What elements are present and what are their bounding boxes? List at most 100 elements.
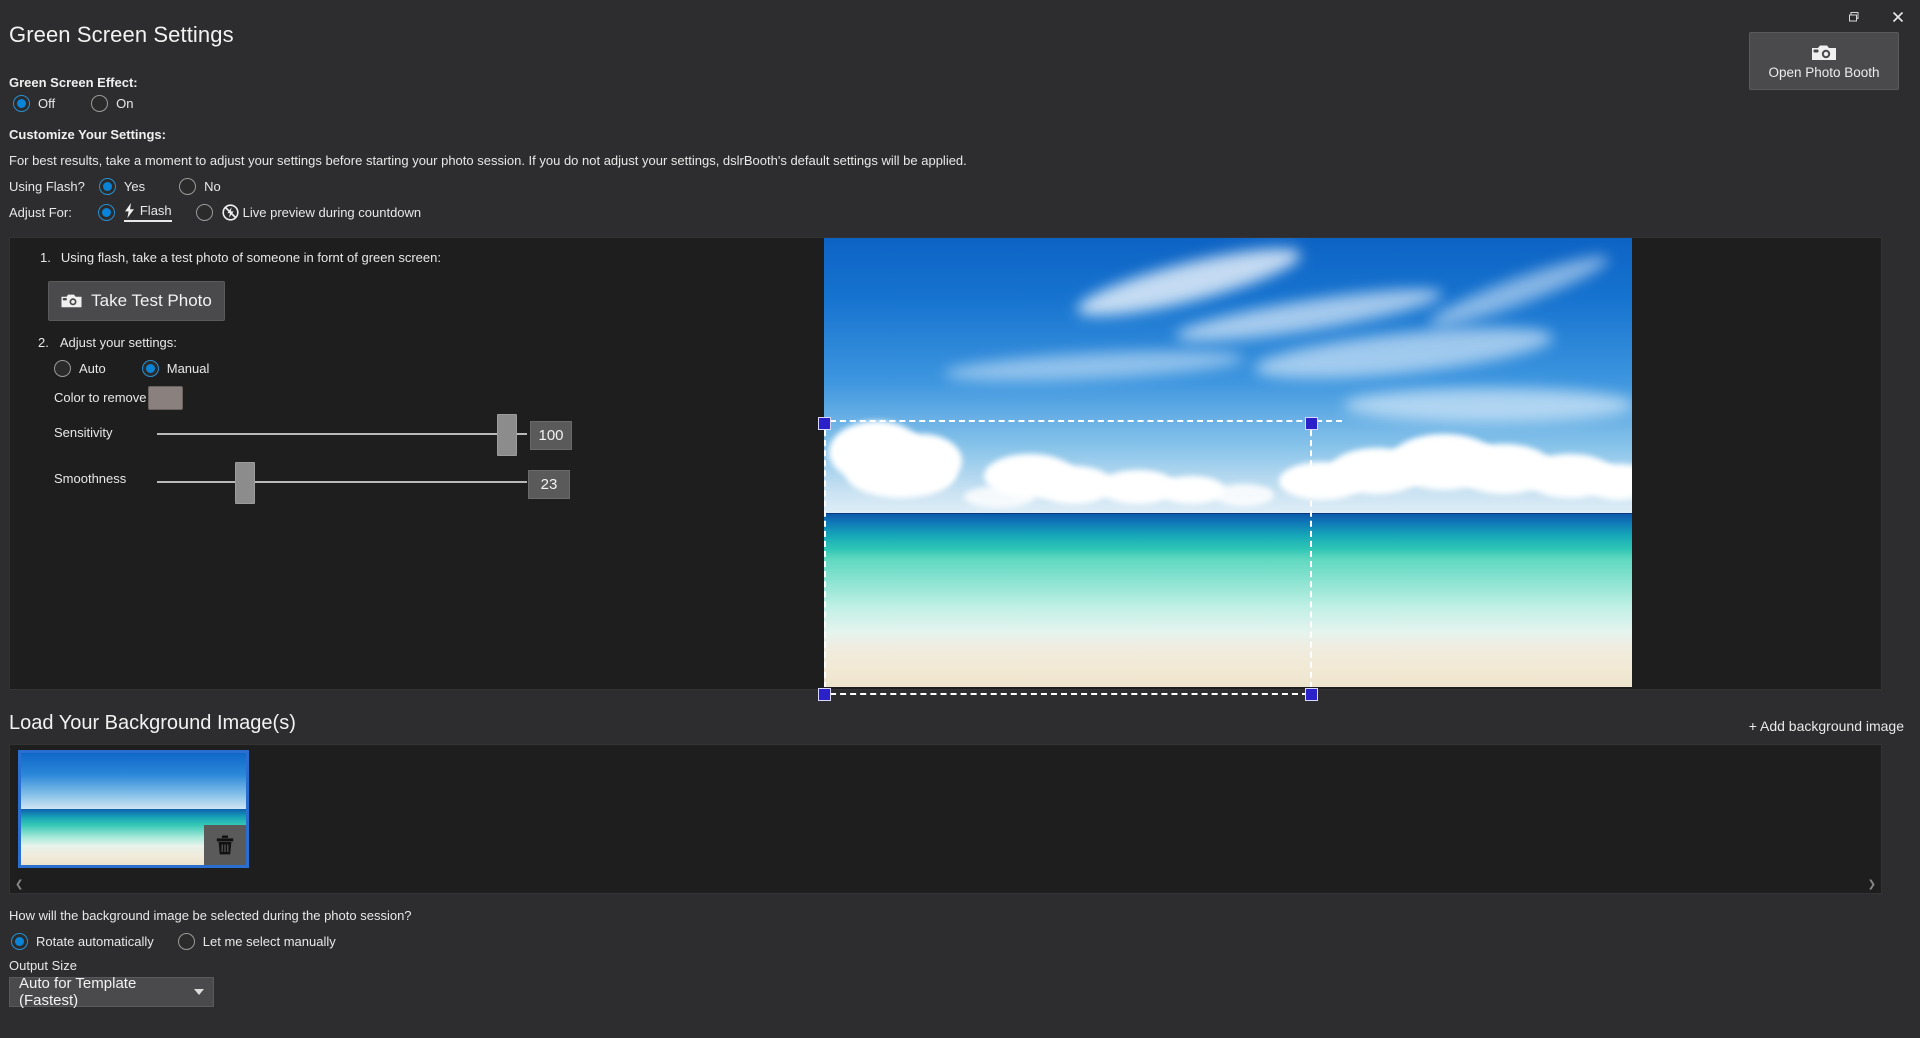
radio-dot-icon: [195, 204, 213, 221]
rotate-automatically-label: Rotate automatically: [36, 934, 154, 949]
select-manually-label: Let me select manually: [202, 934, 336, 949]
restore-window-icon: [1849, 12, 1859, 22]
using-flash-label: Using Flash?: [9, 179, 85, 194]
green-screen-effect-off-label: Off: [38, 96, 56, 111]
using-flash-no-radio[interactable]: No: [179, 178, 221, 195]
camera-icon: [61, 294, 82, 308]
adjust-for-row: Adjust For: Flash Live preview during co…: [9, 203, 421, 222]
take-test-photo-button[interactable]: Take Test Photo: [48, 281, 225, 321]
customize-description-row: For best results, take a moment to adjus…: [9, 153, 967, 168]
selection-handle-bottom-left[interactable]: [818, 688, 831, 701]
radio-dot-icon: [177, 933, 195, 950]
delete-background-button[interactable]: [204, 825, 246, 865]
background-images-scrollbar[interactable]: ❮ ❯: [11, 876, 1880, 892]
using-flash-no-label: No: [204, 179, 221, 194]
using-flash-yes-label: Yes: [123, 179, 146, 194]
step-one-text: Using flash, take a test photo of someon…: [60, 250, 441, 265]
preview-shallow-water: [824, 559, 1632, 633]
background-images-title: Load Your Background Image(s): [9, 712, 296, 734]
trash-icon: [216, 835, 234, 855]
preview-sand: [824, 633, 1632, 687]
green-screen-preview-image[interactable]: [824, 238, 1632, 687]
sensitivity-label: Sensitivity: [54, 425, 113, 440]
add-background-image-button[interactable]: + Add background image: [1749, 718, 1904, 734]
restore-window-button[interactable]: [1832, 2, 1876, 32]
select-manually-radio[interactable]: Let me select manually: [177, 933, 336, 950]
green-screen-settings-window: Green Screen Settings Open Photo Booth G…: [0, 0, 1920, 1038]
adjust-mode-auto-radio[interactable]: Auto: [54, 360, 106, 377]
smoothness-label: Smoothness: [54, 471, 127, 486]
green-screen-effect-on-radio[interactable]: On: [91, 95, 133, 112]
green-screen-effect-off-radio[interactable]: Off: [13, 95, 55, 112]
selection-right-edge: [1310, 420, 1312, 687]
background-thumbnail-item[interactable]: [18, 750, 249, 868]
window-controls: [1832, 0, 1920, 34]
step-one-row: 1. Using flash, take a test photo of som…: [40, 250, 441, 265]
color-to-remove-swatch[interactable]: [148, 386, 183, 410]
adjust-mode-manual-label: Manual: [166, 361, 210, 376]
output-size-label: Output Size: [9, 958, 77, 973]
close-icon: [1892, 11, 1904, 23]
radio-dot-icon: [11, 933, 28, 950]
output-size-dropdown[interactable]: Auto for Template (Fastest): [9, 975, 214, 1009]
take-test-photo-label: Take Test Photo: [91, 291, 212, 310]
using-flash-yes-radio[interactable]: Yes: [98, 178, 146, 195]
radio-dot-icon: [179, 178, 197, 195]
adjust-mode-radio-group: Auto Manual: [54, 360, 209, 377]
radio-dot-icon: [13, 95, 30, 112]
open-photo-booth-button[interactable]: Open Photo Booth: [1749, 32, 1899, 90]
step-two-text: Adjust your settings:: [59, 335, 177, 350]
adjust-for-live-preview-label: Live preview during countdown: [242, 205, 422, 220]
adjust-for-live-preview-radio[interactable]: Live preview during countdown: [195, 204, 422, 221]
sensitivity-slider-thumb[interactable]: [497, 414, 517, 456]
thumbnail-sky: [21, 753, 246, 809]
smoothness-slider-thumb[interactable]: [235, 462, 255, 504]
selection-mode-question: How will the background image be selecte…: [9, 908, 412, 923]
smoothness-value[interactable]: 23: [528, 470, 570, 499]
sensitivity-value[interactable]: 100: [530, 421, 572, 450]
radio-dot-icon: [97, 204, 115, 221]
chevron-left-icon[interactable]: ❮: [15, 879, 23, 890]
sensitivity-label-row: Sensitivity: [54, 425, 113, 440]
customize-heading: Customize Your Settings:: [9, 127, 166, 142]
smoothness-label-row: Smoothness: [54, 471, 126, 486]
adjust-for-flash-label: Flash: [139, 203, 172, 218]
output-size-value: Auto for Template (Fastest): [19, 975, 137, 1009]
radio-dot-icon: [141, 360, 159, 377]
open-photo-booth-label: Open Photo Booth: [1768, 64, 1880, 80]
selection-mode-radio-group: Rotate automatically Let me select manua…: [11, 933, 336, 950]
selection-handle-top-left[interactable]: [818, 417, 831, 430]
color-to-remove-row: Color to remove: [54, 390, 146, 405]
adjust-for-flash-radio[interactable]: Flash: [97, 203, 172, 222]
preview-sea: [824, 514, 1632, 559]
flash-bolt-icon: [124, 203, 134, 218]
radio-dot-icon: [54, 360, 71, 377]
green-screen-effect-radio-group: Off On: [13, 95, 133, 112]
smoothness-slider-track[interactable]: [157, 481, 527, 483]
step-two-row: 2. Adjust your settings:: [38, 335, 177, 350]
selection-left-edge: [824, 420, 826, 687]
sensitivity-slider-track[interactable]: [157, 433, 527, 435]
adjust-for-label: Adjust For:: [9, 205, 72, 220]
page-title: Green Screen Settings: [9, 22, 234, 47]
close-window-button[interactable]: [1876, 2, 1920, 32]
rotate-automatically-radio[interactable]: Rotate automatically: [11, 933, 154, 950]
step-two-number: 2.: [38, 335, 49, 350]
selection-handle-bottom-right[interactable]: [1305, 688, 1318, 701]
customize-description: For best results, take a moment to adjus…: [9, 153, 967, 168]
adjust-mode-manual-radio[interactable]: Manual: [141, 360, 210, 377]
chevron-right-icon[interactable]: ❯: [1868, 879, 1876, 890]
background-images-panel: ❮ ❯: [9, 744, 1882, 894]
step-one-number: 1.: [40, 250, 51, 265]
green-screen-effect-label-row: Green Screen Effect:: [9, 75, 138, 90]
selection-bottom-edge: [820, 693, 1308, 695]
green-screen-effect-label: Green Screen Effect:: [9, 75, 138, 90]
flash-off-icon: [222, 204, 239, 221]
customize-heading-row: Customize Your Settings:: [9, 127, 166, 142]
radio-dot-icon: [98, 178, 116, 195]
color-to-remove-label: Color to remove: [54, 390, 147, 405]
selection-handle-top-right[interactable]: [1305, 417, 1318, 430]
chevron-down-icon: [194, 989, 204, 995]
selection-top-edge: [824, 420, 1342, 422]
preview-sky: [824, 238, 1632, 514]
